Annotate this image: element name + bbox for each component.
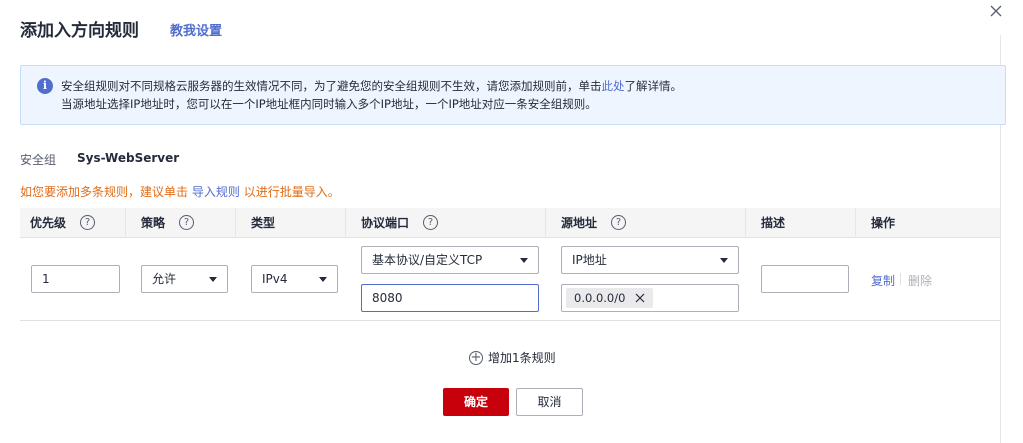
column-divider xyxy=(745,208,746,238)
ok-button[interactable]: 确定 xyxy=(443,388,509,416)
question-icon[interactable]: ? xyxy=(80,215,96,230)
priority-input[interactable]: 1 xyxy=(31,265,120,293)
add-rule-button[interactable]: + 增加1条规则 xyxy=(469,349,556,366)
help-link[interactable]: 教我设置 xyxy=(170,20,222,39)
question-icon[interactable]: ? xyxy=(423,215,439,230)
delete-rule-link: 删除 xyxy=(908,274,933,288)
security-group-value: Sys-WebServer xyxy=(77,151,180,165)
header-description: 描述 xyxy=(761,216,786,230)
source-ip-input[interactable]: 0.0.0.0/0 xyxy=(561,284,739,312)
close-icon[interactable] xyxy=(987,2,1005,20)
source-type-select-value: IP地址 xyxy=(572,253,607,267)
column-divider xyxy=(125,208,126,238)
column-divider xyxy=(345,208,346,238)
protocol-select-value: 基本协议/自定义TCP xyxy=(372,253,483,267)
info-icon: i xyxy=(37,78,53,94)
header-protocol-port-label: 协议端口 xyxy=(361,216,410,230)
plus-circle-icon: + xyxy=(469,349,483,365)
question-icon[interactable]: ? xyxy=(611,215,627,230)
type-select-value: IPv4 xyxy=(262,272,288,286)
rules-table-header: 优先级? 策略? 类型 协议端口? 源地址? 描述 操作 xyxy=(20,208,1000,238)
hint-suffix: 以进行批量导入。 xyxy=(243,185,340,199)
header-type: 类型 xyxy=(251,216,276,230)
info-text-suffix: 了解详情。 xyxy=(624,79,683,93)
port-input[interactable]: 8080 xyxy=(361,284,539,312)
policy-select[interactable]: 允许 xyxy=(141,265,228,293)
protocol-select[interactable]: 基本协议/自定义TCP xyxy=(361,246,539,274)
action-separator xyxy=(900,273,901,285)
chevron-down-icon xyxy=(520,258,528,263)
description-input[interactable] xyxy=(761,265,849,293)
security-group-label: 安全组 xyxy=(20,153,57,167)
info-text-prefix: 安全组规则对不同规格云服务器的生效情况不同，为了避免您的安全组规则不生效，请您添… xyxy=(61,79,602,93)
type-select[interactable]: IPv4 xyxy=(251,265,338,293)
header-policy-label: 策略 xyxy=(141,216,166,230)
copy-rule-link[interactable]: 复制 xyxy=(871,272,895,289)
header-actions: 操作 xyxy=(871,216,896,230)
policy-select-value: 允许 xyxy=(152,272,177,286)
info-text-line1: 安全组规则对不同规格云服务器的生效情况不同，为了避免您的安全组规则不生效，请您添… xyxy=(61,78,682,94)
header-policy: 策略? xyxy=(141,208,195,238)
bulk-import-hint: 如您要添加多条规则，建议单击 导入规则 以进行批量导入。 xyxy=(20,183,340,200)
chevron-down-icon xyxy=(319,277,327,282)
header-priority-label: 优先级 xyxy=(30,216,67,230)
column-divider xyxy=(855,208,856,238)
chevron-down-icon xyxy=(720,258,728,263)
column-divider xyxy=(235,208,236,238)
add-rule-label: 增加1条规则 xyxy=(488,351,556,365)
source-type-select[interactable]: IP地址 xyxy=(561,246,739,274)
row-divider xyxy=(20,320,1000,321)
ip-tag-label: 0.0.0.0/0 xyxy=(574,291,626,305)
chevron-down-icon xyxy=(209,277,217,282)
info-text-line2: 当源地址选择IP地址时，您可以在一个IP地址框内同时输入多个IP地址，一个IP地… xyxy=(61,97,597,111)
header-priority: 优先级? xyxy=(30,208,96,238)
header-source: 源地址? xyxy=(561,208,627,238)
header-source-label: 源地址 xyxy=(561,216,598,230)
header-protocol-port: 协议端口? xyxy=(361,208,439,238)
ip-tag: 0.0.0.0/0 xyxy=(566,288,654,308)
cancel-button[interactable]: 取消 xyxy=(516,388,583,416)
column-divider xyxy=(545,208,546,238)
import-rules-link[interactable]: 导入规则 xyxy=(192,185,240,199)
info-alert: i 安全组规则对不同规格云服务器的生效情况不同，为了避免您的安全组规则不生效，请… xyxy=(20,65,1006,125)
details-link[interactable]: 此处 xyxy=(602,79,625,93)
question-icon[interactable]: ? xyxy=(179,215,195,230)
dialog-title: 添加入方向规则 xyxy=(20,21,139,41)
hint-prefix: 如您要添加多条规则，建议单击 xyxy=(20,185,189,199)
close-icon[interactable] xyxy=(635,293,645,303)
